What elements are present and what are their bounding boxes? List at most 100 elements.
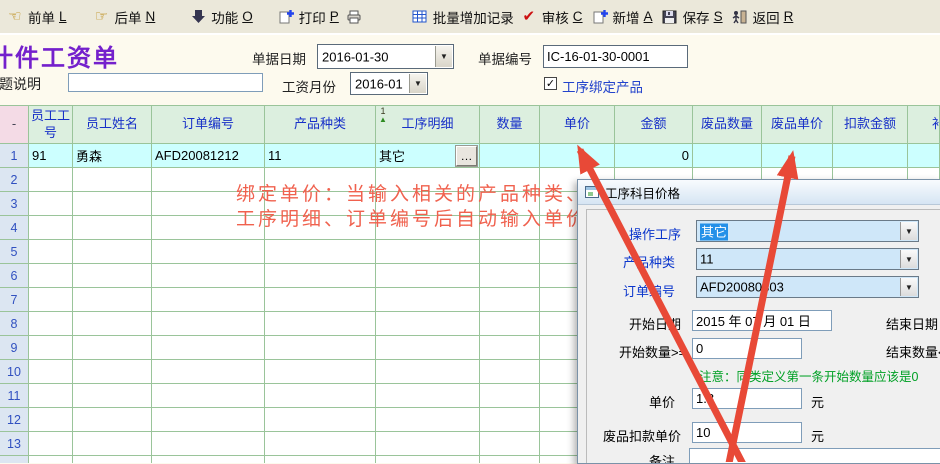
- grid-cell[interactable]: [152, 312, 265, 336]
- month-combobox[interactable]: 2016-01 ▼: [350, 72, 428, 95]
- dialog-titlebar[interactable]: 工序科目价格: [578, 180, 940, 205]
- start-qty-input[interactable]: [692, 338, 802, 359]
- grid-cell[interactable]: [73, 312, 152, 336]
- grid-cell[interactable]: [152, 264, 265, 288]
- grid-cell[interactable]: [152, 360, 265, 384]
- column-header-3[interactable]: 订单编号: [152, 106, 265, 144]
- grid-cell[interactable]: [480, 288, 540, 312]
- chevron-down-icon[interactable]: ▼: [435, 46, 452, 67]
- chevron-down-icon[interactable]: ▼: [900, 250, 917, 268]
- row-selector[interactable]: 3: [0, 192, 29, 216]
- row-selector[interactable]: 2: [0, 168, 29, 192]
- grid-cell[interactable]: 0: [615, 144, 693, 168]
- new-button[interactable]: 新增A: [591, 7, 653, 27]
- return-button[interactable]: 返回R: [731, 7, 794, 27]
- process-detail-button[interactable]: …: [456, 146, 477, 166]
- grid-cell[interactable]: [73, 384, 152, 408]
- row-selector[interactable]: 12: [0, 408, 29, 432]
- row-selector[interactable]: 9: [0, 336, 29, 360]
- column-header-2[interactable]: 员工姓名: [73, 106, 152, 144]
- scrap-price-input[interactable]: [692, 422, 802, 443]
- grid-cell[interactable]: [480, 144, 540, 168]
- grid-cell[interactable]: [540, 144, 615, 168]
- bind-product-checkbox[interactable]: ✓: [544, 77, 557, 90]
- process-combobox[interactable]: 其它 ▼: [696, 220, 919, 242]
- column-header-1[interactable]: 员工工号: [29, 106, 73, 144]
- row-selector[interactable]: 5: [0, 240, 29, 264]
- row-selector[interactable]: 1: [0, 144, 29, 168]
- grid-cell[interactable]: [376, 336, 480, 360]
- column-header-6[interactable]: 数量: [480, 106, 540, 144]
- functions-button[interactable]: 功能O: [189, 7, 253, 27]
- grid-cell[interactable]: [376, 240, 480, 264]
- product-combobox[interactable]: 11 ▼: [696, 248, 919, 270]
- grid-cell[interactable]: [265, 336, 376, 360]
- grid-cell[interactable]: [29, 192, 73, 216]
- column-header-0[interactable]: -: [0, 106, 29, 144]
- chevron-down-icon[interactable]: ▼: [900, 222, 917, 240]
- grid-cell[interactable]: [376, 360, 480, 384]
- row-selector[interactable]: 4: [0, 216, 29, 240]
- grid-cell[interactable]: [29, 432, 73, 456]
- grid-cell[interactable]: [265, 432, 376, 456]
- grid-cell[interactable]: [480, 336, 540, 360]
- grid-cell[interactable]: [265, 264, 376, 288]
- grid-cell[interactable]: 勇森: [73, 144, 152, 168]
- column-header-11[interactable]: 扣款金额: [833, 106, 908, 144]
- grid-cell[interactable]: [376, 432, 480, 456]
- row-selector[interactable]: 8: [0, 312, 29, 336]
- column-header-5[interactable]: 1▲工序明细: [376, 106, 480, 144]
- grid-cell[interactable]: [29, 384, 73, 408]
- grid-cell[interactable]: [265, 240, 376, 264]
- row-selector[interactable]: 11: [0, 384, 29, 408]
- chevron-down-icon[interactable]: ▼: [900, 278, 917, 296]
- printer-icon[interactable]: [345, 9, 363, 25]
- column-header-10[interactable]: 废品单价: [762, 106, 833, 144]
- grid-cell[interactable]: [693, 144, 762, 168]
- grid-cell[interactable]: 11: [265, 144, 376, 168]
- grid-cell[interactable]: [152, 408, 265, 432]
- grid-cell[interactable]: [480, 384, 540, 408]
- grid-cell[interactable]: [480, 408, 540, 432]
- save-button[interactable]: 保存S: [661, 7, 723, 27]
- grid-cell[interactable]: [265, 408, 376, 432]
- grid-cell[interactable]: [265, 312, 376, 336]
- grid-cell[interactable]: [480, 432, 540, 456]
- grid-cell[interactable]: [73, 192, 152, 216]
- grid-cell[interactable]: [480, 264, 540, 288]
- audit-button[interactable]: ✔ 审核C: [520, 7, 583, 27]
- grid-cell[interactable]: [73, 264, 152, 288]
- grid-cell[interactable]: [73, 360, 152, 384]
- doc-no-input[interactable]: [543, 45, 688, 68]
- grid-cell[interactable]: [29, 336, 73, 360]
- grid-cell[interactable]: [152, 240, 265, 264]
- grid-cell[interactable]: [73, 432, 152, 456]
- grid-cell[interactable]: [73, 168, 152, 192]
- grid-cell[interactable]: [480, 240, 540, 264]
- price-input[interactable]: [692, 388, 802, 409]
- grid-cell[interactable]: AFD20081212: [152, 144, 265, 168]
- grid-cell[interactable]: [152, 288, 265, 312]
- row-selector[interactable]: 13: [0, 432, 29, 456]
- grid-cell[interactable]: [29, 240, 73, 264]
- next-doc-button[interactable]: ☞ 后单N: [93, 7, 156, 27]
- grid-cell[interactable]: [265, 288, 376, 312]
- grid-cell[interactable]: [833, 144, 908, 168]
- grid-cell[interactable]: [908, 144, 940, 168]
- order-combobox[interactable]: AFD20080303 ▼: [696, 276, 919, 298]
- column-header-4[interactable]: 产品种类: [265, 106, 376, 144]
- grid-cell[interactable]: 其它…: [376, 144, 480, 168]
- grid-cell[interactable]: [73, 336, 152, 360]
- grid-cell[interactable]: [29, 288, 73, 312]
- subject-input[interactable]: [68, 73, 263, 92]
- grid-cell[interactable]: [73, 240, 152, 264]
- column-header-8[interactable]: 金额: [615, 106, 693, 144]
- grid-cell[interactable]: [29, 168, 73, 192]
- grid-cell[interactable]: [29, 216, 73, 240]
- grid-cell[interactable]: [762, 144, 833, 168]
- grid-cell[interactable]: [152, 384, 265, 408]
- row-selector[interactable]: 10: [0, 360, 29, 384]
- grid-cell[interactable]: [480, 312, 540, 336]
- grid-cell[interactable]: [152, 336, 265, 360]
- column-header-7[interactable]: 单价: [540, 106, 615, 144]
